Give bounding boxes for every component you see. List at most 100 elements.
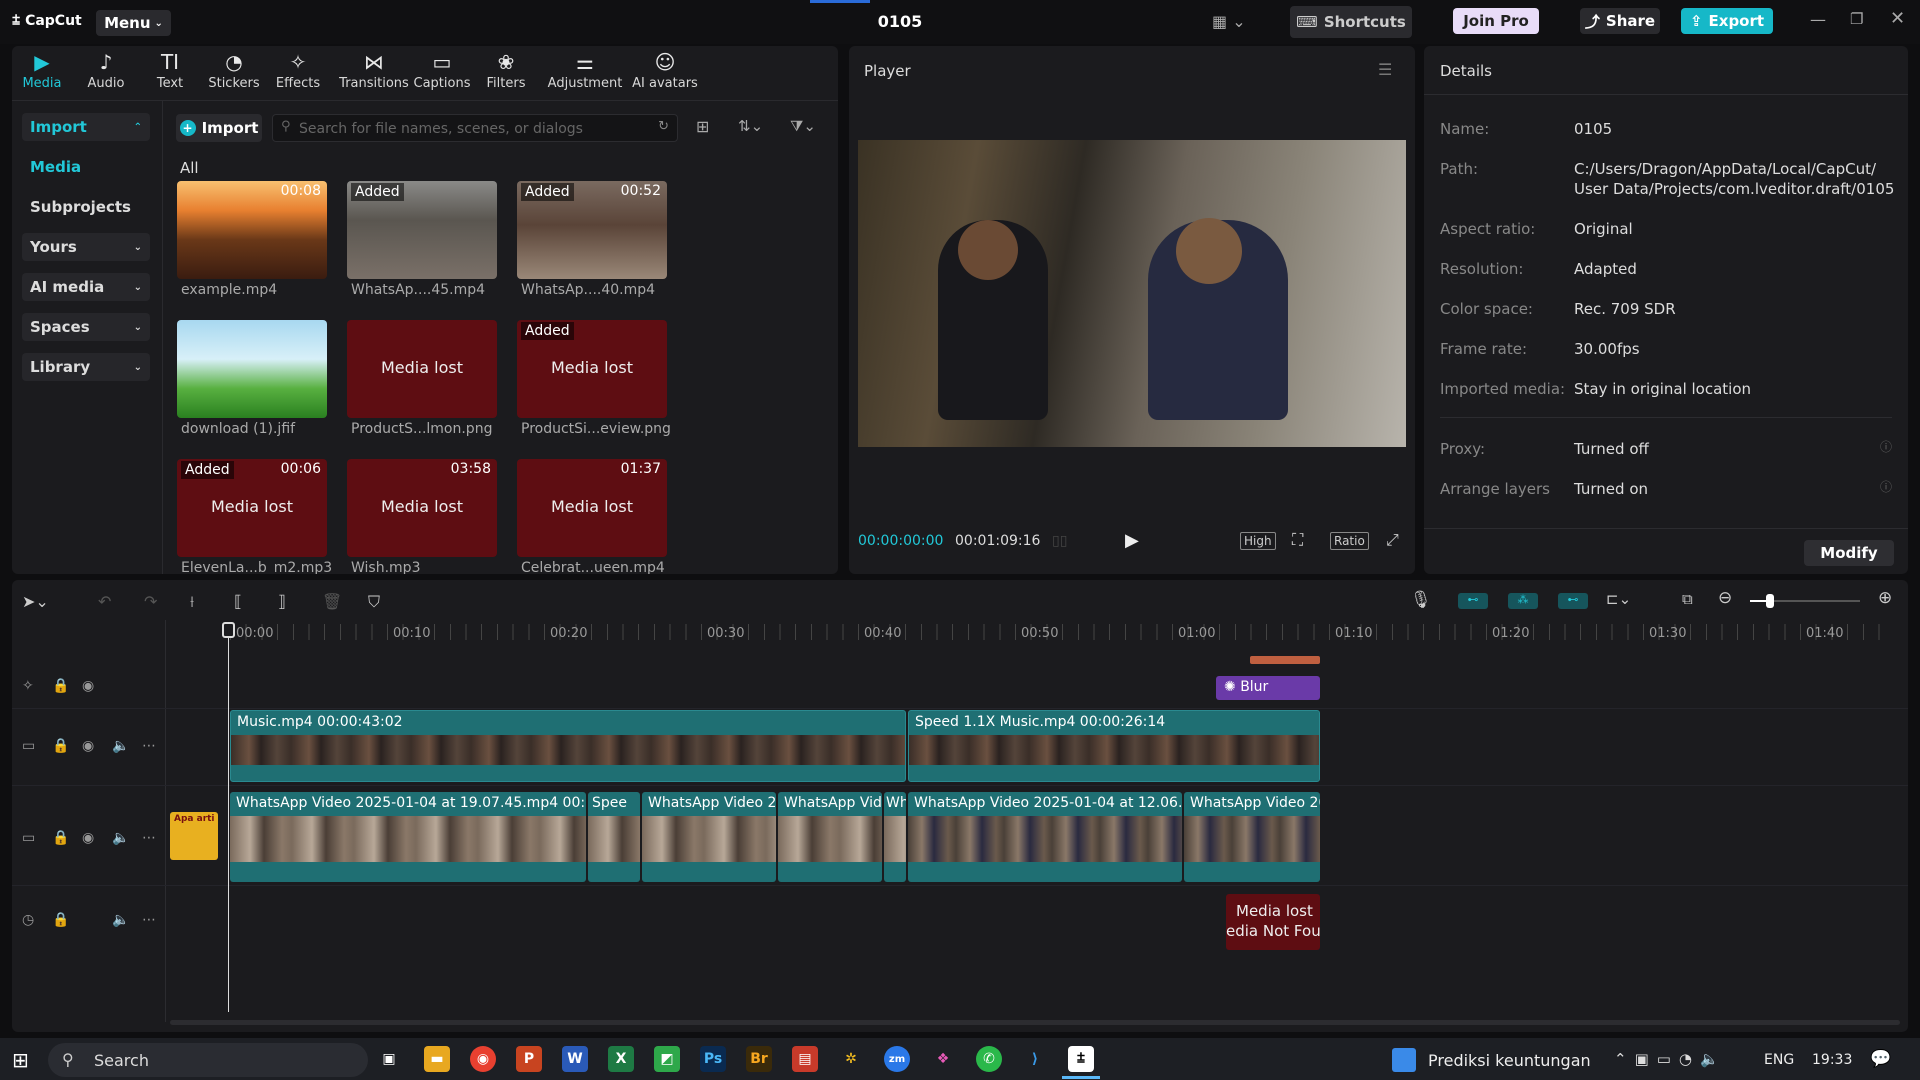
volume-icon[interactable]: 🔈 [112,738,129,754]
timeline-scrollbar[interactable] [170,1020,1900,1025]
chrome-icon[interactable]: ◉ [470,1046,496,1072]
lock-icon[interactable]: 🔒 [52,830,69,846]
timeline-clip[interactable]: Wh [884,792,906,882]
tab-transitions[interactable]: ⋈ Transitions [336,50,412,91]
refresh-icon[interactable]: ↻ [658,119,669,134]
more-icon[interactable]: ⋯ [142,738,156,754]
tab-ai-avatars[interactable]: ☺ AI avatars [624,50,706,91]
tab-text[interactable]: TI Text [138,50,202,91]
effect-clip[interactable] [1250,656,1320,664]
playhead[interactable] [228,624,229,1012]
tab-filters[interactable]: ❀ Filters [474,50,538,91]
eye-icon[interactable]: ◉ [82,830,94,846]
more-icon[interactable]: ⋯ [142,912,156,928]
timeline-clip[interactable]: WhatsApp Video 2025-01-04 at 19.07.45.mp… [230,792,586,882]
timeline-clip[interactable]: WhatsApp Video 20 [1184,792,1320,882]
eye-icon[interactable]: ◉ [82,678,94,694]
eye-icon[interactable]: ◉ [82,738,94,754]
weather-icon[interactable] [1392,1048,1416,1072]
media-thumb[interactable] [177,320,327,418]
zoom-out-icon[interactable]: ⊖ [1718,588,1732,608]
lock-icon[interactable]: 🔒 [52,738,69,754]
marker-icon[interactable]: ⛉ [368,592,380,612]
zoom-slider-handle[interactable] [1766,594,1774,608]
windows-icon[interactable]: ⊞ [12,1048,29,1072]
cover-thumbnail[interactable]: Apa arti [170,812,218,860]
tab-effects[interactable]: ✧ Effects [266,50,330,91]
tab-media[interactable]: ▶ Media [10,50,74,91]
photoshop-icon[interactable]: Ps [700,1046,726,1072]
language-indicator[interactable]: ENG [1764,1052,1794,1068]
help-icon[interactable]: ⓘ [1880,478,1892,495]
help-icon[interactable]: ⓘ [1880,438,1892,455]
excel-icon[interactable]: X [608,1046,634,1072]
grid-view-icon[interactable]: ⊞ [696,117,709,136]
search-box[interactable]: ⚲ Search for file names, scenes, or dial… [272,114,678,142]
linkage-icon[interactable]: ⊷ [1558,593,1588,609]
zoom-icon[interactable]: zm [884,1046,910,1072]
media-thumb[interactable]: Added Media lost [517,320,667,418]
quality-button[interactable]: High [1240,532,1276,550]
timeline-clip[interactable]: Speed 1.1X Music.mp4 00:00:26:14 [908,710,1320,782]
menu-button[interactable]: Menu ⌄ [96,10,171,36]
file-explorer-icon[interactable]: ▬ [424,1046,450,1072]
bridge-icon[interactable]: Br [746,1046,772,1072]
slack-icon[interactable]: ✲ [838,1046,864,1072]
fit-icon[interactable]: ⛶ [1292,530,1303,550]
timeline-clip[interactable]: WhatsApp Video 2025-01-04 at 12.06.40. [908,792,1182,882]
delete-icon[interactable]: 🗑 [322,592,342,611]
split-right-icon[interactable]: ⟧ [278,592,286,611]
fullscreen-icon[interactable]: ⤢ [1386,530,1399,550]
select-tool-icon[interactable]: ➤⌄ [22,592,49,611]
media-thumb[interactable]: Added [347,181,497,279]
vscode-icon[interactable]: ⟩ [1022,1046,1048,1072]
timeline-clip[interactable]: Spee [588,792,640,882]
sidebar-import[interactable]: Import ⌃ [22,113,150,141]
task-view-icon[interactable]: ▣ [376,1046,402,1072]
close-icon[interactable]: ✕ [1890,8,1905,29]
media-thumb[interactable]: Added 00:52 [517,181,667,279]
sidebar-yours[interactable]: Yours ⌄ [22,233,150,261]
modify-button[interactable]: Modify [1804,540,1894,566]
video-preview[interactable] [858,140,1406,447]
whatsapp-icon[interactable]: ✆ [976,1046,1002,1072]
restore-icon[interactable]: ❐ [1850,10,1863,28]
split-left-icon[interactable]: ⟦ [234,592,242,611]
join-pro-button[interactable]: Join Pro [1453,8,1539,34]
microphone-icon[interactable]: 🎙 [1410,590,1432,610]
playhead-handle[interactable] [222,622,235,638]
media-thumb[interactable]: Added 00:06 Media lost [177,459,327,557]
media-thumb[interactable]: 00:08 [177,181,327,279]
filter-icon[interactable]: ⧩⌄ [790,117,816,135]
split-icon[interactable]: ⟊ [190,592,194,612]
timeline-clip[interactable]: WhatsApp Vid [778,792,882,882]
tab-captions[interactable]: ▭ Captions [410,50,474,91]
more-icon[interactable]: ⋯ [142,830,156,846]
sidebar-subprojects[interactable]: Subprojects [22,193,150,221]
share-button[interactable]: ⤴ Share [1580,8,1660,34]
zoom-in-icon[interactable]: ⊕ [1878,588,1892,608]
sidebar-media[interactable]: Media [22,153,150,181]
main-track-magnet-icon[interactable]: ⊷ [1458,593,1488,609]
minimize-icon[interactable]: — [1810,10,1826,29]
sheets-icon[interactable]: ◩ [654,1046,680,1072]
media-thumb[interactable]: 03:58 Media lost [347,459,497,557]
media-thumb[interactable]: Media lost [347,320,497,418]
timeline-clip[interactable]: Music.mp4 00:00:43:02 [230,710,906,782]
timeline-clip[interactable]: WhatsApp Video 20 [642,792,776,882]
import-button[interactable]: + Import [176,114,262,142]
lock-icon[interactable]: 🔒 [52,678,69,694]
tab-stickers[interactable]: ◔ Stickers [202,50,266,91]
app-icon[interactable]: ▤ [792,1046,818,1072]
hamburger-icon[interactable]: ☰ [1378,60,1392,79]
time-ruler[interactable] [230,624,1890,640]
search-input[interactable]: Search for file names, scenes, or dialog… [299,121,583,137]
tab-audio[interactable]: ♪ Audio [74,50,138,91]
sidebar-ai-media[interactable]: AI media ⌄ [22,273,150,301]
redo-icon[interactable]: ↷ [144,592,157,611]
thumbnail-icon[interactable]: ⧉ [1682,590,1693,608]
media-thumb[interactable]: 01:37 Media lost [517,459,667,557]
volume-icon[interactable]: 🔈 [112,912,129,928]
copilot-icon[interactable]: ❖ [930,1046,956,1072]
blur-effect-clip[interactable]: ✺ Blur [1216,676,1320,700]
